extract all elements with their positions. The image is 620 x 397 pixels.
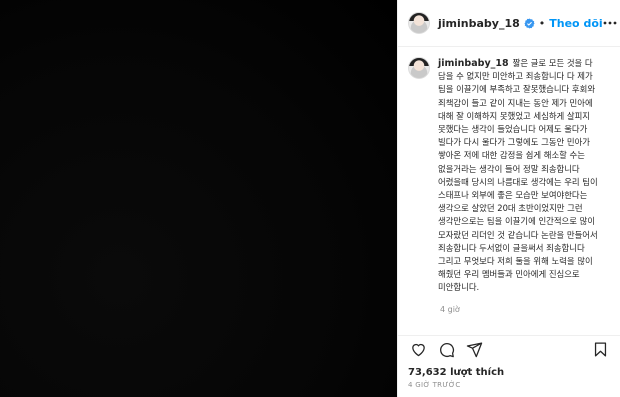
- caption-time: 4 giờ: [440, 304, 460, 314]
- post-timestamp: 4 GIỜ TRƯỚC: [408, 381, 461, 389]
- post-header: jiminbaby_18 • Theo dõi: [398, 0, 620, 47]
- caption-avatar[interactable]: [408, 57, 430, 79]
- comment-icon[interactable]: [434, 338, 458, 362]
- caption-username[interactable]: jiminbaby_18: [438, 58, 509, 69]
- header-username[interactable]: jiminbaby_18: [438, 17, 520, 30]
- caption-row: jiminbaby_18 짧은 글로 모든 것을 다 담을 수 없지만 미안하고 …: [408, 57, 610, 295]
- instagram-post: jiminbaby_18 • Theo dõi jiminbaby_18 짧은 글…: [0, 0, 620, 397]
- follow-button[interactable]: Theo dõi: [549, 17, 602, 30]
- more-options-icon[interactable]: [603, 15, 617, 31]
- profile-avatar[interactable]: [408, 12, 430, 34]
- heart-icon[interactable]: [406, 338, 430, 362]
- caption-text: 짧은 글로 모든 것을 다 담을 수 없지만 미안하고 죄송합니다 다 제가 팀…: [438, 58, 598, 293]
- bookmark-icon[interactable]: [588, 338, 612, 362]
- share-icon[interactable]: [462, 338, 486, 362]
- comments-area: jiminbaby_18 짧은 글로 모든 것을 다 담을 수 없지만 미안하고 …: [398, 47, 620, 335]
- verified-badge-icon: [524, 17, 535, 29]
- header-separator: •: [538, 16, 546, 30]
- post-sidebar: jiminbaby_18 • Theo dõi jiminbaby_18 짧은 글…: [397, 0, 620, 397]
- post-image-black[interactable]: [0, 0, 397, 397]
- likes-count[interactable]: 73,632 lượt thích: [398, 363, 620, 378]
- caption-text-block: jiminbaby_18 짧은 글로 모든 것을 다 담을 수 없지만 미안하고 …: [438, 57, 606, 295]
- action-bar: [398, 335, 620, 363]
